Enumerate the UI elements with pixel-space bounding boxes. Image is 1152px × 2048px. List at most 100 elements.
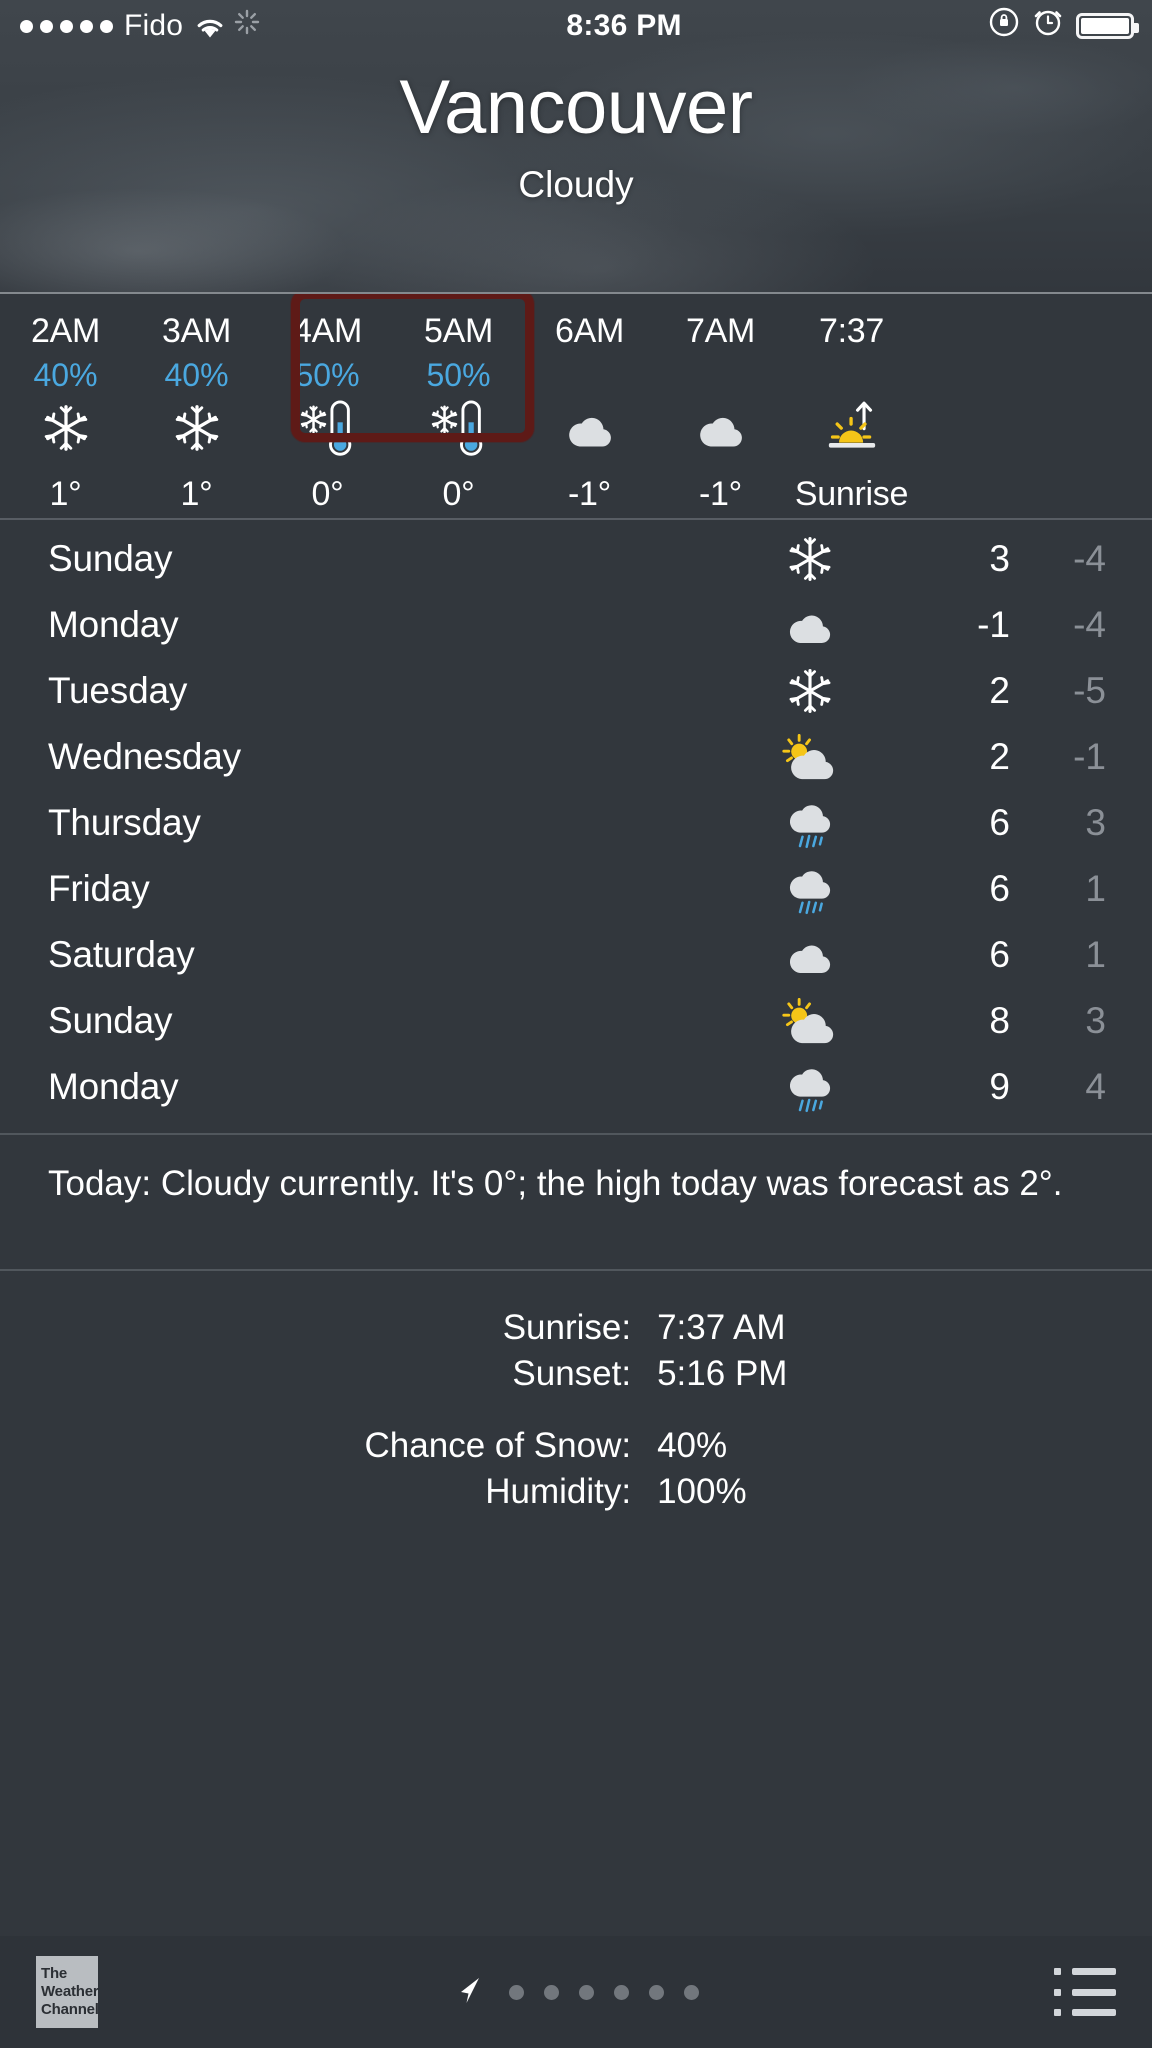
hourly-temperature: Sunrise	[794, 475, 909, 513]
page-dot[interactable]	[614, 1984, 629, 2000]
humidity-label: Humidity:	[485, 1472, 632, 1511]
hourly-temperature: 1°	[180, 475, 213, 513]
cloudy-icon	[564, 397, 616, 459]
daily-forecast-row[interactable]: Monday -1 -4	[0, 592, 1152, 658]
chance-of-snow-label: Chance of Snow:	[364, 1426, 632, 1465]
hourly-time: 7AM	[685, 312, 755, 350]
detail-row-chance-of-snow: Chance of Snow: 40%	[365, 1423, 788, 1469]
daily-high-temp: 2	[989, 670, 1010, 711]
daily-forecast-row[interactable]: Tuesday 2 -5	[0, 658, 1152, 724]
freezing-rain-icon	[299, 397, 355, 459]
hourly-precip-chance: 40%	[33, 357, 98, 393]
rain-icon	[750, 1060, 870, 1115]
daily-low-temp: -5	[1073, 670, 1106, 711]
daily-forecast-row[interactable]: Sunday 3 -4	[0, 526, 1152, 592]
daily-low-temp: 3	[1085, 1000, 1106, 1041]
daily-day-label: Sunday	[48, 538, 173, 579]
daily-high-temp: 3	[989, 538, 1010, 579]
cloudy-icon	[568, 417, 611, 447]
hourly-time: 7:37	[819, 312, 884, 350]
sunrise-value: 7:37 AM	[657, 1308, 786, 1347]
daily-day-label: Monday	[48, 1066, 179, 1107]
snow-icon	[789, 669, 831, 713]
daily-low-temp: -4	[1073, 538, 1106, 579]
hourly-column[interactable]: 5AM 50% 0°	[393, 294, 524, 518]
status-bar-left: Fido	[20, 9, 260, 43]
hourly-time: 3AM	[161, 312, 231, 350]
hourly-column[interactable]: 2AM 40% 1°	[0, 294, 131, 518]
snow-icon	[789, 537, 831, 581]
daily-day-label: Sunday	[48, 1000, 173, 1041]
city-header: Vancouver Cloudy	[0, 68, 1152, 206]
daily-day-label: Wednesday	[48, 736, 241, 777]
page-dot[interactable]	[579, 1984, 594, 2000]
location-arrow-icon[interactable]	[453, 1972, 489, 2013]
logo-line-1: The	[41, 1964, 68, 1982]
daily-day-label: Saturday	[48, 934, 195, 975]
partly-sunny-icon	[750, 997, 870, 1045]
daily-forecast-row[interactable]: Wednesday 2 -1	[0, 724, 1152, 790]
daily-high-temp: 8	[989, 1000, 1010, 1041]
snow-icon	[44, 405, 87, 451]
daily-high-temp: 6	[989, 934, 1010, 975]
hourly-time: 6AM	[554, 312, 624, 350]
freezing-rain-icon	[301, 400, 352, 456]
hourly-column[interactable]: 4AM 50% 0°	[262, 294, 393, 518]
freezing-rain-icon	[430, 397, 486, 459]
status-bar-right	[988, 6, 1139, 46]
page-dot[interactable]	[684, 1984, 699, 2000]
list-icon[interactable]	[1054, 1968, 1116, 2016]
page-dot[interactable]	[544, 1984, 559, 2000]
freezing-rain-icon	[432, 400, 483, 456]
chance-of-snow-value: 40%	[657, 1426, 728, 1465]
page-dot[interactable]	[649, 1984, 664, 2000]
page-dot[interactable]	[509, 1984, 524, 2000]
cloudy-icon	[789, 945, 831, 973]
daily-forecast-row[interactable]: Saturday 6 1	[0, 922, 1152, 988]
cloudy-icon	[695, 397, 747, 459]
daily-forecast-row[interactable]: Thursday 6 3	[0, 790, 1152, 856]
page-title: Vancouver	[399, 65, 753, 150]
daily-low-temp: 4	[1085, 1066, 1106, 1107]
snow-icon	[175, 405, 218, 451]
cloudy-icon	[789, 615, 831, 643]
page-indicator[interactable]	[0, 1972, 1152, 2013]
sunset-label: Sunset:	[512, 1354, 632, 1393]
status-bar: Fido 8:36 PM	[0, 0, 1152, 52]
hourly-column[interactable]: 6AM -1°	[524, 294, 655, 518]
hero-background: Fido 8:36 PM Vancouver Cloudy	[0, 0, 1152, 292]
daily-low-temp: 1	[1085, 934, 1106, 975]
daily-forecast-list[interactable]: Sunday 3 -4 Monday -1 -4 Tuesday 2 -5 We…	[0, 520, 1152, 1135]
hourly-temperature: -1°	[568, 475, 611, 513]
daily-forecast-row[interactable]: Monday 9 4	[0, 1054, 1152, 1120]
daily-high-temp: 6	[989, 802, 1010, 843]
bottom-toolbar: The Weather Channel	[0, 1936, 1152, 2048]
daily-day-label: Tuesday	[48, 670, 188, 711]
sunrise-label: Sunrise:	[502, 1308, 632, 1347]
weather-channel-logo[interactable]: The Weather Channel	[36, 1956, 99, 2028]
daily-low-temp: -1	[1073, 736, 1106, 777]
alarm-clock-icon	[1033, 7, 1063, 45]
hourly-precip-chance: 40%	[164, 357, 229, 393]
hourly-column[interactable]: 7AM -1°	[655, 294, 786, 518]
hourly-time: 4AM	[292, 312, 362, 350]
hourly-forecast-strip[interactable]: 2AM 40% 1° 3AM 40% 1° 4AM 50% 0° 5AM 50%…	[0, 292, 1152, 520]
detail-row-sunset: Sunset: 5:16 PM	[365, 1351, 787, 1397]
daily-high-temp: 9	[989, 1066, 1010, 1107]
rain-icon	[789, 1068, 831, 1112]
forecast-summary: Today: Cloudy currently. It's 0°; the hi…	[0, 1135, 1152, 1271]
hourly-time: 2AM	[30, 312, 100, 350]
daily-forecast-row[interactable]: Friday 6 1	[0, 856, 1152, 922]
snow-icon	[171, 397, 223, 459]
daily-high-temp: -1	[977, 604, 1010, 645]
activity-spinner-icon	[234, 9, 260, 43]
hourly-temperature: 0°	[311, 475, 344, 513]
status-bar-clock: 8:36 PM	[566, 9, 682, 42]
daily-day-label: Friday	[48, 868, 150, 909]
detail-row-sunrise: Sunrise: 7:37 AM	[365, 1305, 788, 1351]
hourly-temperature: -1°	[699, 475, 742, 513]
hourly-column[interactable]: 3AM 40% 1°	[131, 294, 262, 518]
hourly-column[interactable]: 7:37 Sunrise	[786, 294, 917, 518]
hourly-temperature: 0°	[442, 475, 475, 513]
daily-forecast-row[interactable]: Sunday 8 3	[0, 988, 1152, 1054]
